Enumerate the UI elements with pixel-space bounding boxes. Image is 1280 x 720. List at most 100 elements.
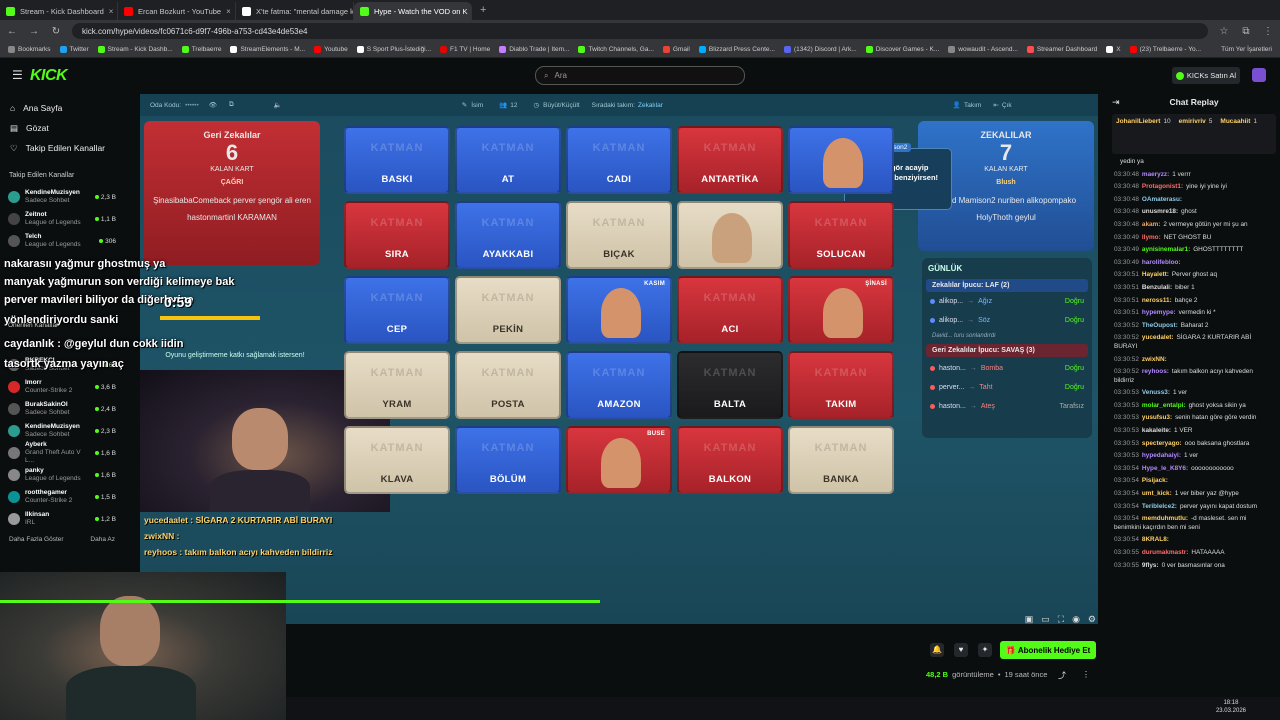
video-progress-bar[interactable] (0, 600, 600, 603)
bookmark-item[interactable]: (1342) Discord | Ark... (783, 46, 857, 53)
back-icon[interactable]: ← (6, 26, 18, 37)
word-card[interactable]: KATMAN ANTARTİKA (677, 126, 783, 194)
word-card[interactable]: KATMAN AT (455, 126, 561, 194)
close-tab-icon[interactable]: × (109, 7, 114, 16)
chat-username[interactable]: yucedalet: (1142, 334, 1174, 341)
chat-username[interactable]: harolifebloo: (1142, 259, 1181, 266)
sidebar-channel[interactable]: Imorr Counter-Strike 2 3,6 B (0, 376, 124, 398)
star-icon[interactable]: ☆ (1218, 26, 1230, 37)
sparkle-icon[interactable]: ✦ (978, 643, 992, 657)
menu-dots-icon[interactable]: ⋮ (1262, 26, 1274, 37)
word-card[interactable]: KATMAN KLAVA (344, 426, 450, 494)
bookmark-item[interactable]: Streamer Dashboard (1026, 46, 1097, 53)
close-tab-icon[interactable]: × (226, 7, 231, 16)
share-icon[interactable]: ⤴ (1058, 670, 1066, 681)
sidebar-channel[interactable]: rootthegamer Counter-Strike 2 1,5 B (0, 486, 124, 508)
word-card[interactable]: KASIM (566, 276, 672, 344)
bell-icon[interactable]: 🔔 (930, 643, 944, 657)
heart-icon[interactable]: ♥ (954, 643, 968, 657)
chat-username[interactable]: unusmre18: (1142, 208, 1178, 215)
show-less-link[interactable]: Daha Az (90, 536, 115, 543)
word-card[interactable]: KATMAN BALTA (677, 351, 783, 419)
speed-icon[interactable]: ◉ (1072, 614, 1080, 625)
theater-icon[interactable]: ▭ (1041, 614, 1050, 625)
word-card[interactable]: KATMAN SOLUCAN (788, 201, 894, 269)
bookmark-item[interactable]: Blizzard Press Cente... (698, 46, 775, 53)
url-bar[interactable]: kick.com/hype/videos/fc0671c6-d9f7-496b-… (72, 23, 1208, 39)
more-icon[interactable]: ⋮ (1082, 670, 1090, 679)
word-card[interactable]: KATMAN TAKIM (788, 351, 894, 419)
bookmark-item[interactable]: Twitch Channels, Ga... (578, 46, 654, 53)
chat-username[interactable]: Benzulali: (1142, 284, 1172, 291)
chat-username[interactable]: reyhoos: (1142, 368, 1169, 375)
team-button[interactable]: Takım (964, 102, 981, 109)
extensions-icon[interactable]: ⧉ (1240, 26, 1252, 37)
chat-username[interactable]: Venuss3: (1142, 389, 1170, 396)
chat-username[interactable]: Hayalett: (1142, 271, 1169, 278)
chat-username[interactable]: memduhmutlu: (1142, 515, 1188, 522)
settings-icon[interactable]: ⚙ (1088, 614, 1096, 625)
name-button[interactable]: İsim (471, 102, 483, 109)
chat-username[interactable]: durumakmastr: (1142, 549, 1189, 556)
avatar[interactable] (1252, 68, 1266, 82)
chat-username[interactable]: maeryzz: (1142, 171, 1169, 178)
volume-icon[interactable]: 🔈 (274, 101, 282, 109)
browser-tab[interactable]: Stream - Kick Dashboard × (0, 2, 118, 20)
copy-icon[interactable]: ⧉ (229, 101, 234, 109)
browser-tab[interactable]: Ercan Bozkurt - YouTube × (118, 2, 236, 20)
chat-username[interactable]: molar_entalpi: (1142, 402, 1186, 409)
new-tab-icon[interactable]: + (480, 4, 486, 16)
fullscreen-icon[interactable]: ⛶ (1058, 614, 1064, 625)
word-card[interactable] (788, 126, 894, 194)
chat-username[interactable]: 8KRAL8: (1142, 536, 1169, 543)
bookmark-item[interactable]: Twitter (59, 46, 89, 53)
chat-username[interactable]: OAmaterasu: (1142, 196, 1182, 203)
forward-icon[interactable]: → (28, 26, 40, 37)
chat-username[interactable]: Teriblelce2: (1142, 503, 1177, 510)
pip-icon[interactable]: ▣ (1025, 614, 1034, 625)
sidebar-channel[interactable]: panky League of Legends 1,6 B (0, 464, 124, 486)
sidebar-channel[interactable]: BurakSakinOl Sadece Sohbet 2,4 B (0, 398, 124, 420)
chat-username[interactable]: zwixNN: (1142, 356, 1167, 363)
bookmark-item[interactable]: Stream - Kick Dashb... (97, 46, 173, 53)
word-card[interactable]: BUSE (566, 426, 672, 494)
sidebar-nav-item[interactable]: ♡ Takip Edilen Kanallar (0, 138, 124, 158)
bookmark-item[interactable]: Discover Games - K... (865, 46, 939, 53)
bookmark-item[interactable]: Trelbaerre (181, 46, 221, 53)
kick-logo[interactable]: KICK (30, 67, 68, 85)
chat-username[interactable]: specteryago: (1142, 440, 1182, 447)
chat-username[interactable]: hypemype: (1142, 309, 1176, 316)
chat-username[interactable]: kakaleite: (1142, 427, 1171, 434)
bookmark-item[interactable]: StreamElements - M... (230, 46, 305, 53)
browser-tab[interactable]: X'te fatma: "mental damage ku× (236, 2, 354, 20)
bookmark-item[interactable]: Youtube (314, 46, 348, 53)
gift-sub-button[interactable]: 🎁 Abonelik Hediye Et (1000, 641, 1096, 659)
word-card[interactable]: KATMAN CADI (566, 126, 672, 194)
search-input[interactable]: ⌕ Ara (535, 66, 745, 85)
chat-username[interactable]: yusufsu3: (1142, 414, 1172, 421)
eye-icon[interactable]: 👁 (209, 101, 217, 109)
chat-username[interactable]: Hype_le_K8Y6: (1142, 465, 1188, 472)
sidebar-nav-item[interactable]: ⌂ Ana Sayfa (0, 98, 124, 118)
reload-icon[interactable]: ↻ (50, 26, 62, 37)
sidebar-channel[interactable]: Ilkinsan IRL 1,2 B (0, 508, 124, 530)
bookmark-item[interactable]: F1 TV | Home (440, 46, 490, 53)
word-card[interactable]: KATMAN PEKİN (455, 276, 561, 344)
bookmark-item[interactable]: S Sport Plus-İstediği... (356, 46, 431, 53)
word-card[interactable]: ŞİNASİ (788, 276, 894, 344)
word-card[interactable]: KATMAN ACI (677, 276, 783, 344)
word-card[interactable]: KATMAN POSTA (455, 351, 561, 419)
word-card[interactable]: KATMAN YRAM (344, 351, 450, 419)
word-card[interactable]: KATMAN BIÇAK (566, 201, 672, 269)
all-bookmarks[interactable]: Tüm Yer İşaretleri (1221, 46, 1272, 53)
word-card[interactable]: KATMAN CEP (344, 276, 450, 344)
chat-username[interactable]: umt_kick: (1142, 490, 1172, 497)
sidebar-channel[interactable]: Telch League of Legends 306 (0, 230, 124, 252)
sidebar-channel[interactable]: Zeitnot League of Legends 1,1 B (0, 208, 124, 230)
sidebar-channel[interactable]: KendineMuzisyen Sadece Sohbet 2,3 B (0, 420, 124, 442)
chat-username[interactable]: Protagonist1: (1142, 183, 1183, 190)
bookmark-item[interactable]: Gmail (662, 46, 690, 53)
chat-username[interactable]: neross11: (1142, 297, 1172, 304)
show-more-link[interactable]: Daha Fazla Göster (9, 536, 64, 543)
resize-button[interactable]: Büyüt/Küçült (543, 102, 580, 109)
